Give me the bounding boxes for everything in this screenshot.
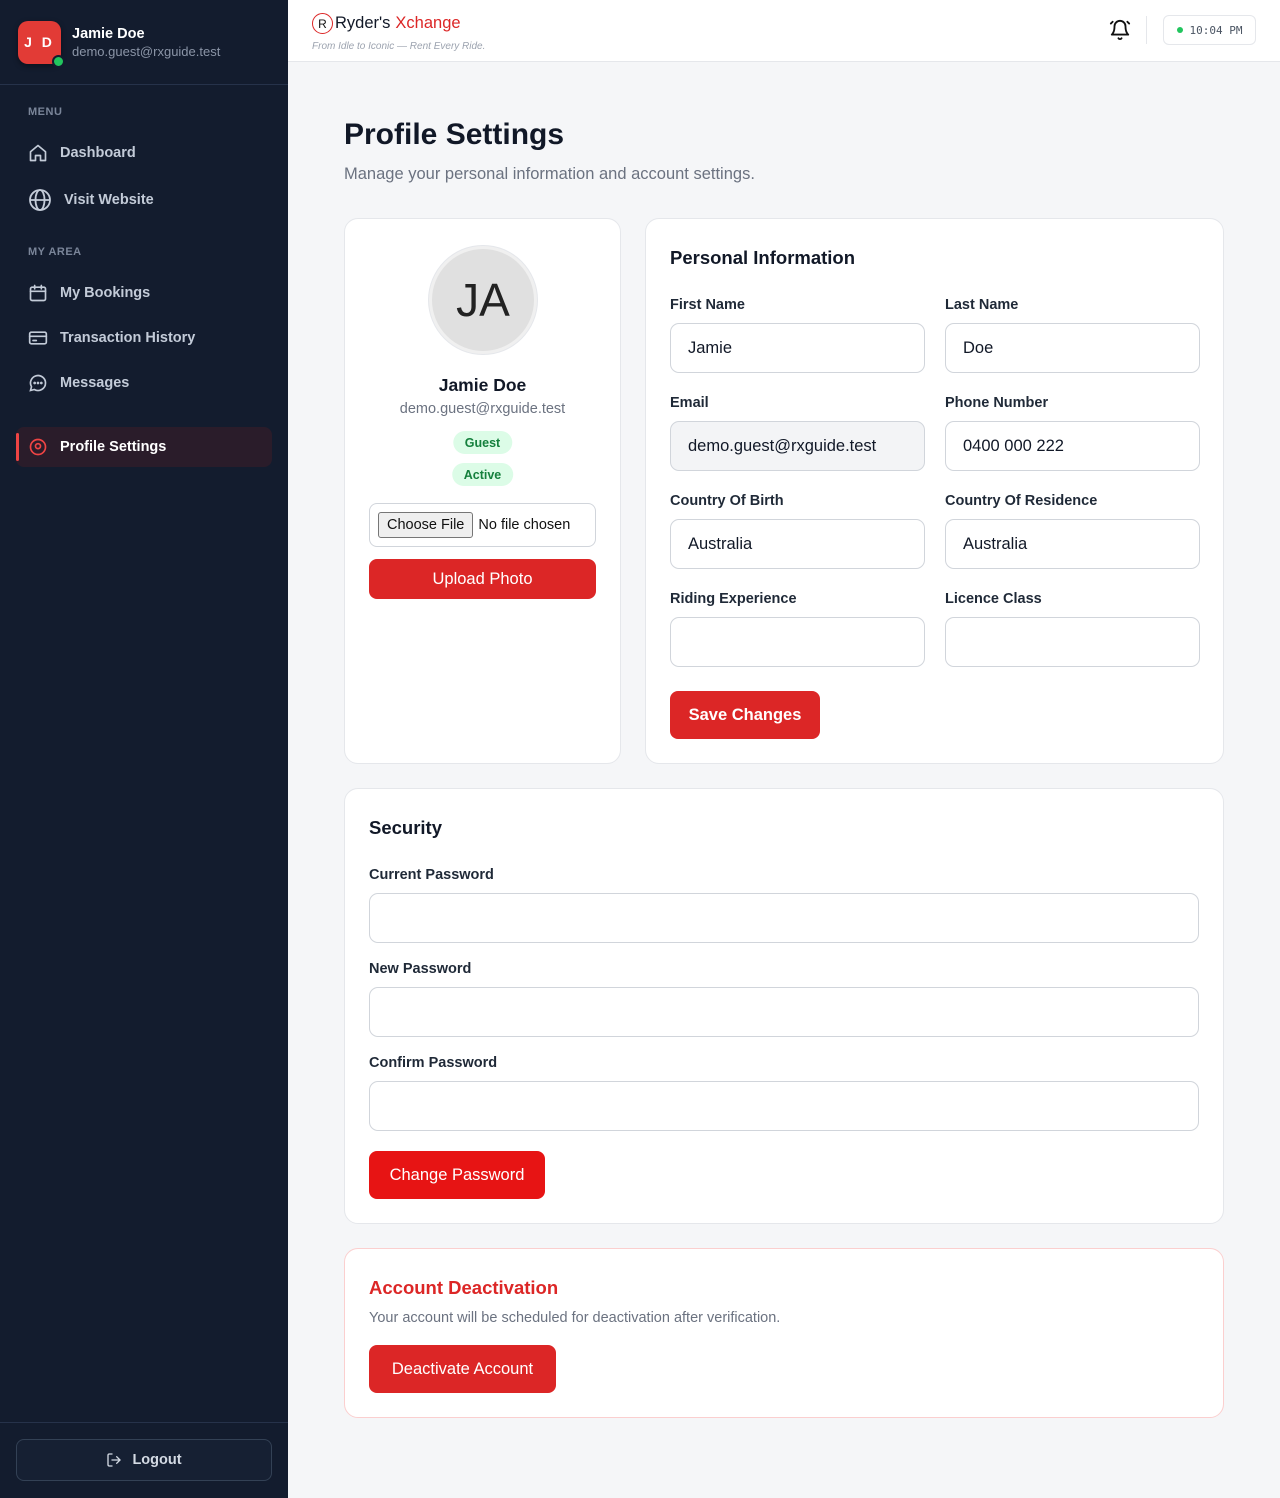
deactivation-heading: Account Deactivation	[369, 1277, 559, 1298]
avatar[interactable]: J D	[18, 20, 65, 68]
topbar: R Ryder's Xchange From Idle to Iconic — …	[288, 0, 1280, 62]
brand-logo[interactable]: R Ryder's Xchange	[312, 13, 461, 34]
email-label: Email	[670, 395, 709, 411]
page-title: Profile Settings	[344, 118, 565, 151]
clock-time: 10:04 PM	[1189, 23, 1243, 37]
sidebar-item-label: Messages	[60, 375, 130, 391]
confirm-password-field[interactable]	[369, 1081, 1199, 1131]
new-password-label: New Password	[369, 961, 472, 977]
sidebar-item-label: My Bookings	[60, 285, 151, 301]
logout-icon	[106, 1452, 122, 1468]
country-of-residence-field[interactable]: Australia	[945, 519, 1200, 569]
menu-heading: MENU	[28, 106, 63, 118]
calendar-icon	[28, 283, 48, 303]
bell-icon[interactable]	[1108, 18, 1132, 42]
my-area-heading: MY AREA	[28, 246, 82, 258]
status-badge: Active	[451, 463, 514, 486]
logout-button[interactable]: Logout	[16, 1439, 272, 1481]
credit-card-icon	[28, 328, 48, 348]
change-password-button[interactable]: Change Password	[369, 1151, 545, 1199]
online-status-dot	[52, 54, 65, 68]
sidebar: J D Jamie Doe demo.guest@rxguide.test ME…	[0, 0, 288, 1498]
country-of-birth-field[interactable]: Australia	[670, 519, 925, 569]
deactivation-card: Account Deactivation Your account will b…	[344, 1248, 1224, 1418]
security-card: Security Current Password New Password C…	[344, 788, 1224, 1224]
home-icon	[28, 143, 48, 163]
phone-field[interactable]: 0400 000 222	[945, 421, 1200, 471]
sidebar-item-dashboard[interactable]: Dashboard	[16, 133, 272, 173]
riding-experience-label: Riding Experience	[670, 591, 797, 607]
sidebar-item-messages[interactable]: Messages	[16, 363, 272, 403]
sidebar-item-visit-website[interactable]: Visit Website	[16, 180, 272, 220]
security-heading: Security	[369, 817, 443, 838]
profile-card: JA Jamie Doe demo.guest@rxguide.test Gue…	[344, 218, 621, 764]
chat-icon	[28, 373, 48, 393]
new-password-field[interactable]	[369, 987, 1199, 1037]
email-field[interactable]: demo.guest@rxguide.test	[670, 421, 925, 471]
current-password-label: Current Password	[369, 867, 494, 883]
first-name-label: First Name	[670, 297, 745, 313]
riding-experience-field[interactable]	[670, 617, 925, 667]
file-status: No file chosen	[478, 517, 571, 533]
sidebar-item-label: Transaction History	[60, 330, 196, 346]
sidebar-user-name: Jamie Doe	[72, 25, 145, 42]
confirm-password-label: Confirm Password	[369, 1055, 498, 1071]
sidebar-item-my-bookings[interactable]: My Bookings	[16, 273, 272, 313]
choose-file-button[interactable]: Choose File	[378, 512, 474, 538]
sidebar-item-transaction-history[interactable]: Transaction History	[16, 318, 272, 358]
logout-label: Logout	[132, 1452, 182, 1468]
globe-icon	[28, 188, 52, 212]
profile-circle-icon	[28, 437, 48, 457]
topbar-divider	[1146, 16, 1147, 44]
personal-info-heading: Personal Information	[670, 247, 856, 268]
sidebar-item-label: Profile Settings	[60, 439, 167, 455]
save-changes-button[interactable]: Save Changes	[670, 691, 820, 739]
profile-email: demo.guest@rxguide.test	[399, 401, 566, 417]
brand-r-mark: R	[312, 13, 333, 34]
sidebar-item-label: Visit Website	[64, 192, 154, 208]
brand-tagline: From Idle to Iconic — Rent Every Ride.	[312, 41, 486, 52]
photo-file-input[interactable]: Choose File No file chosen	[369, 503, 596, 547]
licence-class-field[interactable]	[945, 617, 1200, 667]
brand-name: Ryder's	[335, 14, 391, 32]
deactivate-account-button[interactable]: Deactivate Account	[369, 1345, 556, 1393]
sidebar-item-label: Dashboard	[60, 145, 136, 161]
last-name-field[interactable]: Doe	[945, 323, 1200, 373]
last-name-label: Last Name	[945, 297, 1019, 313]
clock-display: 10:04 PM	[1163, 15, 1256, 45]
avatar-initials: J D	[24, 34, 55, 50]
clock-status-dot	[1176, 27, 1183, 33]
sidebar-footer: Logout	[0, 1422, 288, 1498]
page-subtitle: Manage your personal information and acc…	[344, 165, 755, 183]
profile-name: Jamie Doe	[438, 375, 527, 395]
sidebar-user-email: demo.guest@rxguide.test	[72, 43, 221, 59]
role-badge: Guest	[452, 431, 513, 454]
brand-accent: Xchange	[395, 14, 461, 32]
personal-info-card: Personal Information First Name Jamie La…	[645, 218, 1224, 764]
licence-class-label: Licence Class	[945, 591, 1042, 607]
phone-label: Phone Number	[945, 395, 1049, 411]
current-password-field[interactable]	[369, 893, 1199, 943]
sidebar-user: J D Jamie Doe demo.guest@rxguide.test	[0, 0, 288, 85]
upload-photo-button[interactable]: Upload Photo	[369, 559, 596, 599]
country-of-residence-label: Country Of Residence	[945, 493, 1098, 509]
first-name-field[interactable]: Jamie	[670, 323, 925, 373]
deactivation-text: Your account will be scheduled for deact…	[369, 1310, 781, 1326]
profile-avatar: JA	[429, 246, 537, 354]
country-of-birth-label: Country Of Birth	[670, 493, 784, 509]
sidebar-item-profile-settings[interactable]: Profile Settings	[16, 427, 272, 467]
